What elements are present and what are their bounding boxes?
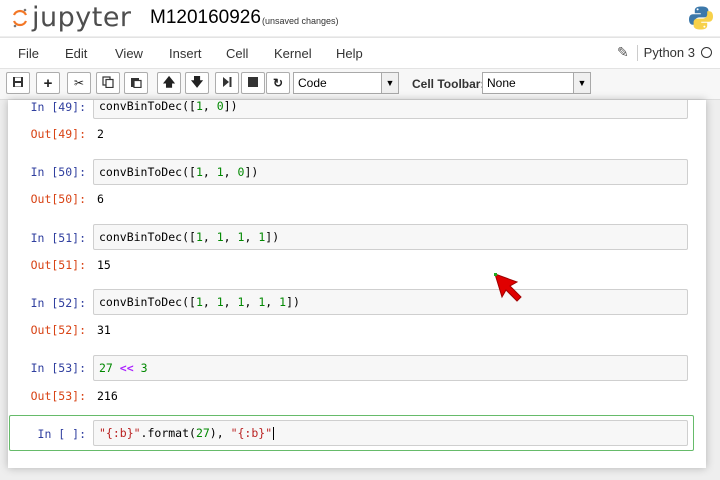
edit-mode-pencil-icon: ✎ — [616, 44, 629, 60]
cell-toolbar-select[interactable]: None ▼ — [482, 72, 591, 94]
python-logo-icon — [688, 5, 714, 31]
cell-type-select[interactable]: Code ▼ — [293, 72, 399, 94]
cell-toolbar-label: Cell Toolbar: — [412, 77, 485, 91]
logo-text: jupyter — [32, 1, 132, 33]
menu-edit[interactable]: Edit — [65, 46, 87, 61]
stop-icon — [248, 76, 258, 90]
restart-icon: ↻ — [272, 76, 284, 90]
code-text: convBinToDec([1, 1, 1, 1, 1]) — [99, 295, 300, 309]
code-text: convBinToDec([1, 0]) — [99, 100, 238, 113]
input-prompt: In [51]: — [30, 231, 86, 245]
code-text: convBinToDec([1, 1, 1, 1]) — [99, 230, 280, 244]
save-icon — [12, 76, 24, 91]
copy-icon — [102, 75, 114, 91]
input-prompt: In [49]: — [30, 100, 86, 114]
menu-kernel[interactable]: Kernel — [274, 46, 312, 61]
toolbar: + ✂ 🡅 🡇 ↻ Code ▼ Cell Toolbar: None ▼ — [0, 69, 720, 100]
save-status: (unsaved changes) — [262, 16, 339, 26]
notebook-container: In [49]: convBinToDec([1, 0]) Out[49]: 2… — [8, 100, 706, 468]
kernel-idle-circle-icon — [701, 47, 712, 58]
red-pointer-arrow-icon — [493, 272, 525, 304]
menu-view[interactable]: View — [115, 46, 143, 61]
menu-cell[interactable]: Cell — [226, 46, 248, 61]
kernel-name: Python 3 — [643, 45, 695, 60]
paste-icon — [130, 76, 142, 91]
arrow-up-icon: 🡅 — [162, 74, 176, 89]
output-text: 6 — [97, 192, 104, 206]
output-text: 216 — [97, 389, 118, 403]
code-text: 27 << 3 — [99, 361, 148, 375]
kernel-indicator[interactable]: ✎ Python 3 — [617, 44, 712, 61]
output-text: 31 — [97, 323, 111, 337]
header: jupyter M120160926 (unsaved changes) — [0, 0, 720, 36]
move-down-button[interactable]: 🡇 — [185, 72, 209, 94]
kernel-divider — [636, 44, 638, 61]
code-input[interactable]: convBinToDec([1, 1, 0]) — [93, 159, 688, 185]
code-text: convBinToDec([1, 1, 0]) — [99, 165, 259, 179]
insert-cell-button[interactable]: + — [36, 72, 60, 94]
input-prompt: In [ ]: — [37, 427, 86, 441]
chevron-down-icon: ▼ — [381, 73, 398, 93]
output-prompt: Out[50]: — [30, 192, 86, 206]
paste-button[interactable] — [124, 72, 148, 94]
code-input[interactable]: convBinToDec([1, 1, 1, 1, 1]) — [93, 289, 688, 315]
cell-toolbar-value: None — [487, 76, 516, 90]
input-prompt: In [53]: — [30, 361, 86, 375]
chevron-down-icon: ▼ — [573, 73, 590, 93]
output-text: 2 — [97, 127, 104, 141]
code-input[interactable]: 27 << 3 — [93, 355, 688, 381]
move-up-button[interactable]: 🡅 — [157, 72, 181, 94]
input-prompt: In [52]: — [30, 296, 86, 310]
menubar: File Edit View Insert Cell Kernel Help ✎… — [0, 37, 720, 69]
menu-insert[interactable]: Insert — [169, 46, 202, 61]
notebook-name[interactable]: M120160926 — [150, 7, 261, 29]
output-prompt: Out[53]: — [30, 389, 86, 403]
code-input[interactable]: convBinToDec([1, 1, 1, 1]) — [93, 224, 688, 250]
restart-kernel-button[interactable]: ↻ — [266, 72, 290, 94]
jupyter-logo[interactable]: jupyter — [12, 1, 132, 33]
cut-icon: ✂ — [73, 76, 85, 90]
menu-file[interactable]: File — [18, 46, 39, 61]
output-prompt: Out[52]: — [30, 323, 86, 337]
cell-type-value: Code — [298, 76, 327, 90]
save-button[interactable] — [6, 72, 30, 94]
interrupt-kernel-button[interactable] — [241, 72, 265, 94]
jupyter-logo-icon — [12, 7, 28, 28]
output-text: 15 — [97, 258, 111, 272]
output-prompt: Out[49]: — [30, 127, 86, 141]
code-input-active[interactable]: "{:b}".format(27), "{:b}" — [93, 420, 688, 446]
menu-help[interactable]: Help — [336, 46, 363, 61]
copy-button[interactable] — [96, 72, 120, 94]
code-input[interactable]: convBinToDec([1, 0]) — [93, 100, 688, 119]
cut-button[interactable]: ✂ — [67, 72, 91, 94]
text-cursor — [273, 427, 275, 440]
code-text: "{:b}".format(27), "{:b}" — [99, 426, 273, 440]
arrow-down-icon: 🡇 — [190, 74, 204, 89]
step-forward-icon — [221, 76, 233, 91]
run-cell-button[interactable] — [215, 72, 239, 94]
output-prompt: Out[51]: — [30, 258, 86, 272]
input-prompt: In [50]: — [30, 165, 86, 179]
plus-icon: + — [43, 74, 53, 92]
